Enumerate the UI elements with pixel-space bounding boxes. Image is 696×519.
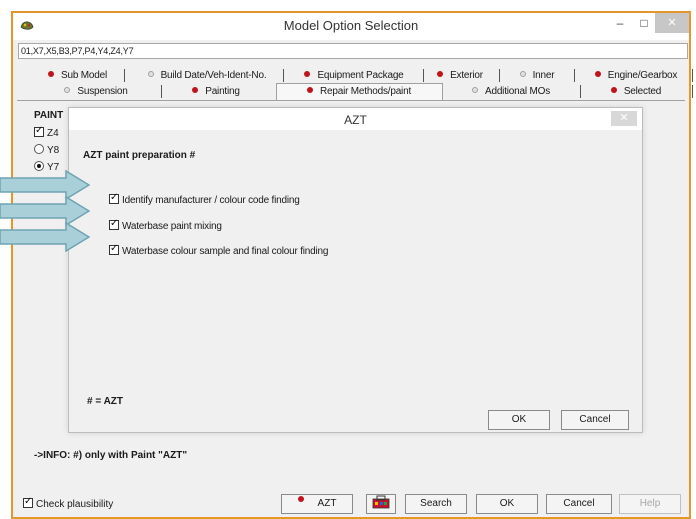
tab-build-date[interactable]: Build Date/Veh-Ident-No. <box>131 68 283 83</box>
status-dot-icon <box>594 71 601 77</box>
tab-row-1: Sub Model Build Date/Veh-Ident-No. Equip… <box>31 68 693 83</box>
paint-option-y8[interactable]: Y8 <box>34 144 59 157</box>
tab-row-2: Suspension Painting Repair Methods/paint… <box>31 83 693 100</box>
tab-separator <box>574 69 575 82</box>
dialog-item-colour-sample[interactable]: Waterbase colour sample and final colour… <box>109 243 329 257</box>
mixing-checkbox[interactable] <box>109 218 119 230</box>
tab-label: Exterior <box>450 70 483 81</box>
paint-option-label: Z4 <box>47 128 59 139</box>
cancel-button[interactable]: Cancel <box>546 494 612 514</box>
tab-label: Inner <box>532 70 555 81</box>
tab-engine-gearbox[interactable]: Engine/Gearbox <box>586 68 686 83</box>
dialog-footnote: # = AZT <box>87 396 124 407</box>
dialog-item-mixing[interactable]: Waterbase paint mixing <box>109 218 222 232</box>
search-button[interactable]: Search <box>405 494 467 514</box>
azt-dialog: AZT ✕ AZT paint preparation # Identify m… <box>68 107 643 433</box>
colour-sample-checkbox[interactable] <box>109 243 119 255</box>
plausibility-label: Check plausibility <box>36 499 114 510</box>
tab-separator <box>423 69 424 82</box>
status-dot-icon <box>306 87 313 93</box>
window-title: Model Option Selection <box>283 18 419 33</box>
title-bar: Model Option Selection – □ ✕ <box>13 13 689 40</box>
tab-repair-methods-paint[interactable]: Repair Methods/paint <box>279 84 439 99</box>
status-dot-icon <box>192 87 199 93</box>
model-options-input[interactable]: 01,X7,X5,B3,P7,P4,Y4,Z4,Y7 <box>18 43 688 59</box>
dialog-ok-button[interactable]: OK <box>488 410 550 430</box>
azt-button-label: AZT <box>317 498 337 509</box>
dialog-item-label: Identify manufacturer / colour code find… <box>122 195 300 206</box>
tab-painting[interactable]: Painting <box>171 84 261 99</box>
paint-section-label: PAINT <box>34 110 64 121</box>
status-dot-icon <box>64 87 71 93</box>
info-text: ->INFO: #) only with Paint "AZT" <box>34 450 188 461</box>
dialog-cancel-button[interactable]: Cancel <box>561 410 629 430</box>
paint-option-z4[interactable]: Z4 <box>34 125 59 140</box>
status-dot-icon <box>47 71 54 77</box>
maximize-button[interactable]: □ <box>633 13 655 33</box>
tab-selected[interactable]: Selected <box>601 84 671 99</box>
tab-label: Equipment Package <box>317 70 404 81</box>
minimize-button[interactable]: – <box>609 13 631 33</box>
dialog-item-label: Waterbase colour sample and final colour… <box>122 246 329 257</box>
status-dot-icon <box>437 71 444 77</box>
tab-suspension[interactable]: Suspension <box>51 84 141 99</box>
tab-separator <box>161 85 162 98</box>
tab-separator <box>580 85 581 98</box>
tab-sub-model[interactable]: Sub Model <box>35 68 120 83</box>
tab-additional-mos[interactable]: Additional MOs <box>451 84 571 99</box>
z4-checkbox[interactable] <box>34 125 44 137</box>
tab-label: Engine/Gearbox <box>607 70 678 81</box>
toolbox-icon <box>372 495 390 509</box>
status-dot-icon <box>297 496 304 502</box>
tab-label: Selected <box>623 86 662 97</box>
tab-separator <box>692 85 693 98</box>
status-dot-icon <box>519 71 526 77</box>
dialog-item-label: Waterbase paint mixing <box>122 221 222 232</box>
status-dot-icon <box>610 87 617 93</box>
y8-radio[interactable] <box>34 144 44 154</box>
status-dot-icon <box>147 71 154 77</box>
plausibility-checkbox[interactable] <box>23 496 33 508</box>
status-dot-icon <box>304 71 311 77</box>
tab-label: Painting <box>205 86 240 97</box>
ok-button[interactable]: OK <box>476 494 538 514</box>
tab-divider <box>17 100 685 101</box>
tab-label: Sub Model <box>60 70 107 81</box>
dialog-close-button[interactable]: ✕ <box>611 111 637 126</box>
dialog-title: AZT <box>344 113 367 127</box>
status-dot-icon <box>471 87 478 93</box>
tab-separator <box>692 69 693 82</box>
tab-separator <box>499 69 500 82</box>
check-plausibility-checkbox[interactable]: Check plausibility <box>23 496 114 510</box>
arrow-pointer-icon <box>0 222 90 252</box>
identify-checkbox[interactable] <box>109 192 119 204</box>
dialog-heading: AZT paint preparation # <box>83 150 196 161</box>
azt-button[interactable]: AZT <box>281 494 353 514</box>
tab-label: Suspension <box>77 86 128 97</box>
help-button: Help <box>619 494 681 514</box>
tab-exterior[interactable]: Exterior <box>429 68 491 83</box>
tab-inner[interactable]: Inner <box>507 68 567 83</box>
tab-label: Additional MOs <box>484 86 550 97</box>
main-window: Model Option Selection – □ ✕ 01,X7,X5,B3… <box>11 11 693 519</box>
paint-option-label: Y8 <box>47 145 60 156</box>
tab-label: Repair Methods/paint <box>319 86 412 97</box>
tools-button[interactable] <box>366 494 396 514</box>
tab-separator <box>124 69 125 82</box>
close-button[interactable]: ✕ <box>655 13 689 33</box>
tab-separator <box>283 69 284 82</box>
dialog-item-identify[interactable]: Identify manufacturer / colour code find… <box>109 192 300 206</box>
tab-equipment-package[interactable]: Equipment Package <box>289 68 419 83</box>
dialog-title-bar: AZT ✕ <box>69 108 642 130</box>
tab-label: Build Date/Veh-Ident-No. <box>160 70 267 81</box>
